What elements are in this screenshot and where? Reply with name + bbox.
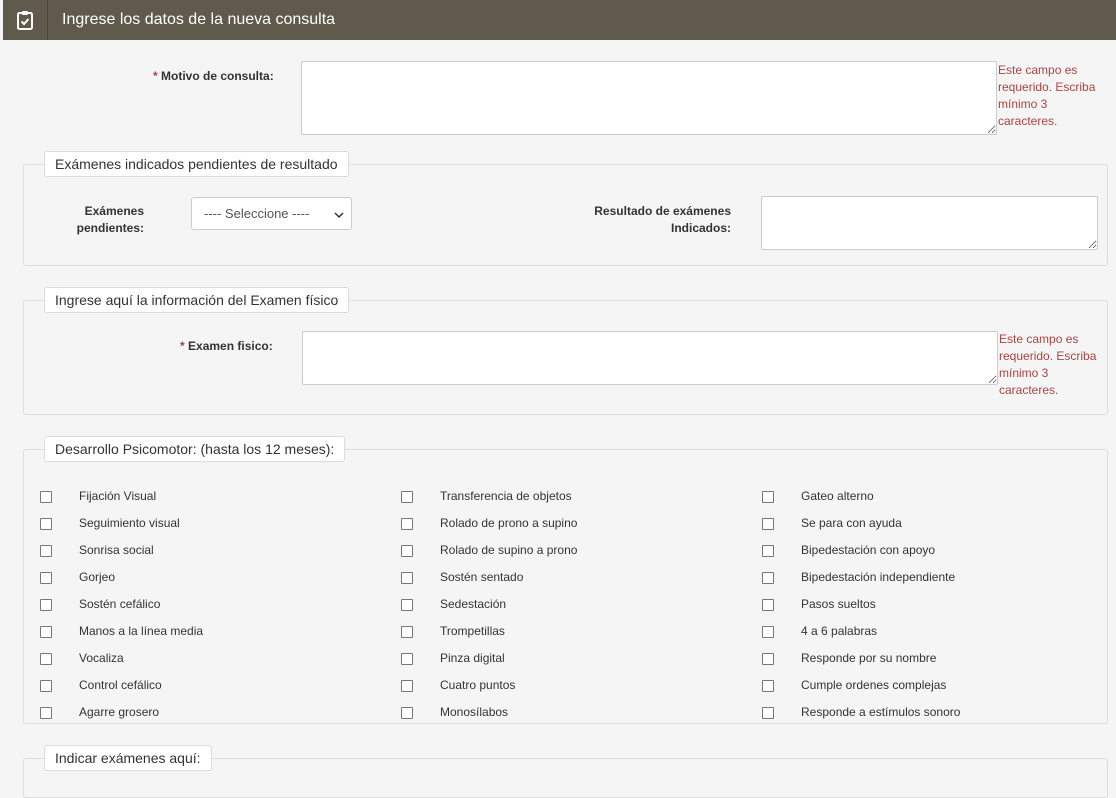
psicomotor-item-label[interactable]: 4 a 6 palabras (801, 624, 877, 638)
psicomotor-item-label[interactable]: Cumple ordenes complejas (801, 678, 946, 692)
psicomotor-item-label[interactable]: Gateo alterno (801, 489, 874, 503)
psicomotor-item-label[interactable]: Se para con ayuda (801, 516, 902, 530)
psicomotor-item-label[interactable]: Cuatro puntos (440, 678, 515, 692)
motivo-label: * Motivo de consulta: (153, 69, 274, 83)
form-title: Ingrese los datos de la nueva consulta (62, 11, 336, 28)
fisico-legend: Ingrese aquí la información del Examen f… (44, 287, 350, 313)
psicomotor-item-label[interactable]: Monosílabos (440, 705, 508, 719)
psicomotor-checkbox[interactable] (762, 599, 774, 611)
psicomotor-item-label[interactable]: Responde por su nombre (801, 651, 936, 665)
form-header: Ingrese los datos de la nueva consulta (3, 0, 1116, 40)
psicomotor-checkbox[interactable] (40, 707, 52, 719)
psicomotor-item-label[interactable]: Fijación Visual (79, 489, 156, 503)
psicomotor-item-label[interactable]: Bipedestación independiente (801, 570, 955, 584)
psicomotor-item-label[interactable]: Pasos sueltos (801, 597, 876, 611)
psicomotor-item-label[interactable]: Sonrisa social (79, 543, 154, 557)
psicomotor-checkbox[interactable] (401, 599, 413, 611)
examen-fisico-label: * Examen fisico: (180, 339, 273, 353)
motivo-label-text: Motivo de consulta: (161, 69, 274, 83)
psicomotor-checkbox[interactable] (401, 653, 413, 665)
examenes-legend: Exámenes indicados pendientes de resulta… (44, 151, 349, 177)
psicomotor-checkbox[interactable] (40, 545, 52, 557)
psicomotor-item-label[interactable]: Pinza digital (440, 651, 505, 665)
psicomotor-item-label[interactable]: Responde a estímulos sonoro (801, 705, 960, 719)
psicomotor-checkbox[interactable] (762, 491, 774, 503)
psicomotor-item-label[interactable]: Sostén cefálico (79, 597, 160, 611)
psicomotor-checkbox[interactable] (40, 491, 52, 503)
examen-fisico-textarea[interactable] (302, 331, 998, 385)
psicomotor-item-label[interactable]: Rolado de prono a supino (440, 516, 577, 530)
indicar-legend: Indicar exámenes aquí: (44, 745, 212, 771)
clipboard-check-icon (3, 0, 48, 40)
psicomotor-checkbox[interactable] (401, 707, 413, 719)
examen-fisico-label-text: Examen fisico: (188, 339, 273, 353)
psicomotor-legend: Desarrollo Psicomotor: (hasta los 12 mes… (44, 436, 346, 462)
psicomotor-item-label[interactable]: Agarre grosero (79, 705, 159, 719)
psicomotor-checkbox[interactable] (762, 626, 774, 638)
psicomotor-checkbox[interactable] (762, 545, 774, 557)
psicomotor-item-label[interactable]: Seguimiento visual (79, 516, 180, 530)
select-value: ---- Seleccione ---- (204, 206, 310, 221)
psicomotor-checkbox[interactable] (401, 626, 413, 638)
examenes-pendientes-label: Exámenes pendientes: (76, 204, 144, 235)
psicomotor-item-label[interactable]: Vocaliza (79, 651, 124, 665)
psicomotor-item-label[interactable]: Sostén sentado (440, 570, 523, 584)
motivo-textarea[interactable] (301, 61, 997, 135)
psicomotor-item-label[interactable]: Trompetillas (440, 624, 505, 638)
psicomotor-item-label[interactable]: Sedestación (440, 597, 506, 611)
psicomotor-checkbox[interactable] (401, 491, 413, 503)
required-mark: * (153, 69, 158, 83)
psicomotor-checkbox[interactable] (40, 572, 52, 584)
psicomotor-item-label[interactable]: Bipedestación con apoyo (801, 543, 935, 557)
psicomotor-checkbox[interactable] (40, 653, 52, 665)
psicomotor-checkbox[interactable] (401, 572, 413, 584)
motivo-error: Este campo es requerido. Escriba mínimo … (998, 63, 1096, 128)
examen-fisico-error: Este campo es requerido. Escriba mínimo … (999, 332, 1097, 397)
psicomotor-item-label[interactable]: Gorjeo (79, 570, 115, 584)
required-mark: * (180, 339, 185, 353)
psicomotor-checkbox[interactable] (401, 518, 413, 530)
examenes-pendientes-select[interactable]: ---- Seleccione ---- (191, 197, 352, 230)
psicomotor-checkbox[interactable] (762, 653, 774, 665)
psicomotor-checkbox[interactable] (401, 545, 413, 557)
psicomotor-checkbox[interactable] (40, 599, 52, 611)
psicomotor-item-label[interactable]: Control cefálico (79, 678, 162, 692)
resultado-examenes-textarea[interactable] (761, 196, 1098, 250)
psicomotor-checkbox[interactable] (762, 707, 774, 719)
psicomotor-item-label[interactable]: Manos a la línea media (79, 624, 203, 638)
psicomotor-item-label[interactable]: Rolado de supino a prono (440, 543, 577, 557)
psicomotor-checkbox[interactable] (40, 626, 52, 638)
psicomotor-checkbox[interactable] (762, 518, 774, 530)
psicomotor-checkbox[interactable] (40, 680, 52, 692)
resultado-examenes-label: Resultado de exámenes Indicados: (594, 204, 731, 235)
chevron-down-icon (334, 207, 344, 222)
psicomotor-item-label[interactable]: Transferencia de objetos (440, 489, 572, 503)
psicomotor-checkbox[interactable] (762, 680, 774, 692)
psicomotor-checkbox[interactable] (762, 572, 774, 584)
psicomotor-checkbox[interactable] (401, 680, 413, 692)
psicomotor-checkbox[interactable] (40, 518, 52, 530)
